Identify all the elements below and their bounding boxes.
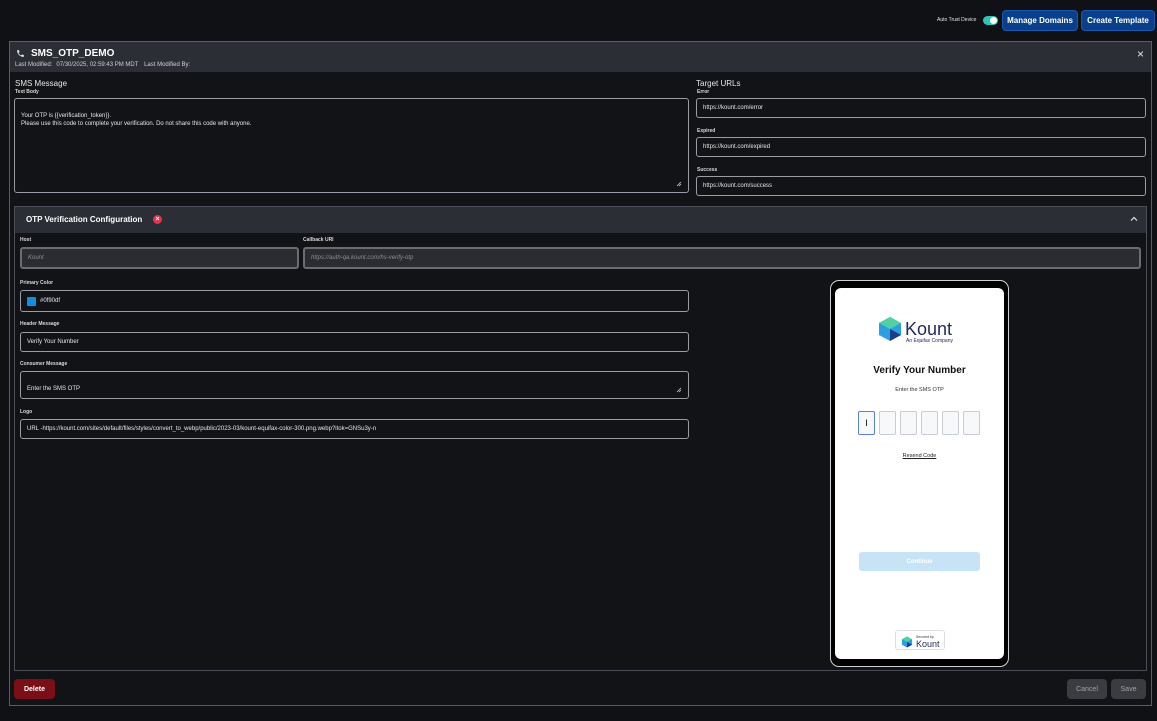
otp-digit-1[interactable]: I: [858, 411, 875, 435]
otp-digit-6[interactable]: [963, 411, 980, 435]
create-template-button[interactable]: Create Template: [1081, 10, 1155, 31]
primary-color-label: Primary Color: [20, 280, 54, 286]
callback-uri-input[interactable]: https://auth-qa.kount.com/hs-verify-otp: [303, 247, 1141, 269]
otp-digit-5[interactable]: [942, 411, 959, 435]
host-input[interactable]: Kount: [20, 247, 299, 269]
kount-hexagon-icon: [879, 317, 901, 341]
chevron-up-icon[interactable]: [1129, 214, 1139, 224]
error-url-label: Error: [697, 89, 710, 95]
target-urls-heading: Target URLs: [696, 79, 741, 88]
cancel-button[interactable]: Cancel: [1067, 679, 1107, 699]
template-editor-panel: SMS_OTP_DEMO Last Modified: 07/30/2025, 0…: [9, 41, 1152, 706]
resend-code-link[interactable]: Resend Code: [835, 453, 1004, 459]
phone-preview: Kount An Equifax Company Verify Your Num…: [830, 280, 1009, 667]
success-url-label: Success: [697, 167, 718, 173]
auto-trust-label: Auto Trust Device: [937, 17, 977, 23]
resize-grip-icon[interactable]: [676, 387, 682, 393]
host-label: Host: [20, 237, 32, 243]
sms-message-heading: SMS Message: [15, 79, 68, 88]
otp-config-header[interactable]: OTP Verification Configuration ×: [15, 207, 1146, 233]
consumer-message-value: Enter the SMS OTP: [27, 386, 81, 392]
secured-by-kount-badge: Secured by Kount: [895, 630, 945, 650]
otp-config-section: OTP Verification Configuration × Host Ko…: [14, 206, 1147, 671]
continue-button[interactable]: Continue: [859, 552, 980, 571]
preview-consumer-message: Enter the SMS OTP: [895, 387, 944, 393]
top-bar: Auto Trust Device Manage Domains Create …: [0, 0, 1157, 42]
save-button[interactable]: Save: [1111, 679, 1146, 699]
header-message-input[interactable]: Verify Your Number: [20, 332, 689, 352]
preview-header-message: Verify Your Number: [873, 365, 966, 376]
logo-label: Logo: [20, 409, 33, 415]
kount-logo-word: Kount: [905, 319, 953, 339]
auto-trust-toggle[interactable]: [983, 16, 998, 25]
close-icon[interactable]: ×: [1137, 48, 1144, 60]
primary-color-value: #0f90df: [40, 298, 61, 304]
header-message-label: Header Message: [20, 321, 60, 327]
last-modified-by-label: Last Modified By:: [144, 62, 191, 68]
color-swatch[interactable]: [27, 296, 36, 306]
text-body-label: Text Body: [15, 89, 39, 95]
secured-kount-word: Kount: [916, 639, 940, 649]
otp-digit-inputs: I: [858, 411, 980, 435]
expired-url-input[interactable]: https://kount.com/expired: [696, 137, 1146, 157]
page-title: SMS_OTP_DEMO: [31, 48, 115, 59]
phone-icon: [17, 50, 24, 57]
kount-logo: Kount An Equifax Company: [878, 316, 968, 346]
kount-logo-subtitle: An Equifax Company: [906, 338, 953, 344]
primary-color-input[interactable]: #0f90df: [20, 290, 689, 312]
last-modified-value: 07/30/2025, 02:59:43 PM MDT: [56, 62, 139, 68]
callback-uri-label: Callback URI: [303, 237, 334, 243]
error-url-input[interactable]: https://kount.com/error: [696, 98, 1146, 118]
text-body-textarea[interactable]: Your OTP is {{verification_token}}. Plea…: [14, 98, 689, 193]
otp-digit-4[interactable]: [921, 411, 938, 435]
otp-digit-3[interactable]: [900, 411, 917, 435]
consumer-message-textarea[interactable]: Enter the SMS OTP: [20, 371, 689, 399]
last-modified-line: Last Modified: 07/30/2025, 02:59:43 PM MD…: [15, 62, 194, 68]
panel-header: SMS_OTP_DEMO Last Modified: 07/30/2025, 0…: [10, 42, 1151, 72]
delete-button[interactable]: Delete: [14, 679, 55, 699]
last-modified-label: Last Modified:: [15, 62, 53, 68]
consumer-message-label: Consumer Message: [20, 361, 68, 367]
success-url-input[interactable]: https://kount.com/success: [696, 176, 1146, 196]
otp-config-title: OTP Verification Configuration: [26, 215, 143, 224]
logo-url-input[interactable]: URL -https://kount.com/sites/default/fil…: [20, 419, 689, 439]
toggle-knob: [990, 17, 997, 24]
text-body-value: Your OTP is {{verification_token}}. Plea…: [21, 113, 252, 127]
resize-grip-icon[interactable]: [676, 181, 682, 187]
error-icon: ×: [153, 215, 162, 224]
kount-hexagon-icon: [901, 636, 913, 648]
expired-url-label: Expired: [697, 128, 716, 134]
otp-digit-2[interactable]: [879, 411, 896, 435]
phone-screen: Kount An Equifax Company Verify Your Num…: [835, 288, 1004, 659]
manage-domains-button[interactable]: Manage Domains: [1002, 10, 1078, 31]
